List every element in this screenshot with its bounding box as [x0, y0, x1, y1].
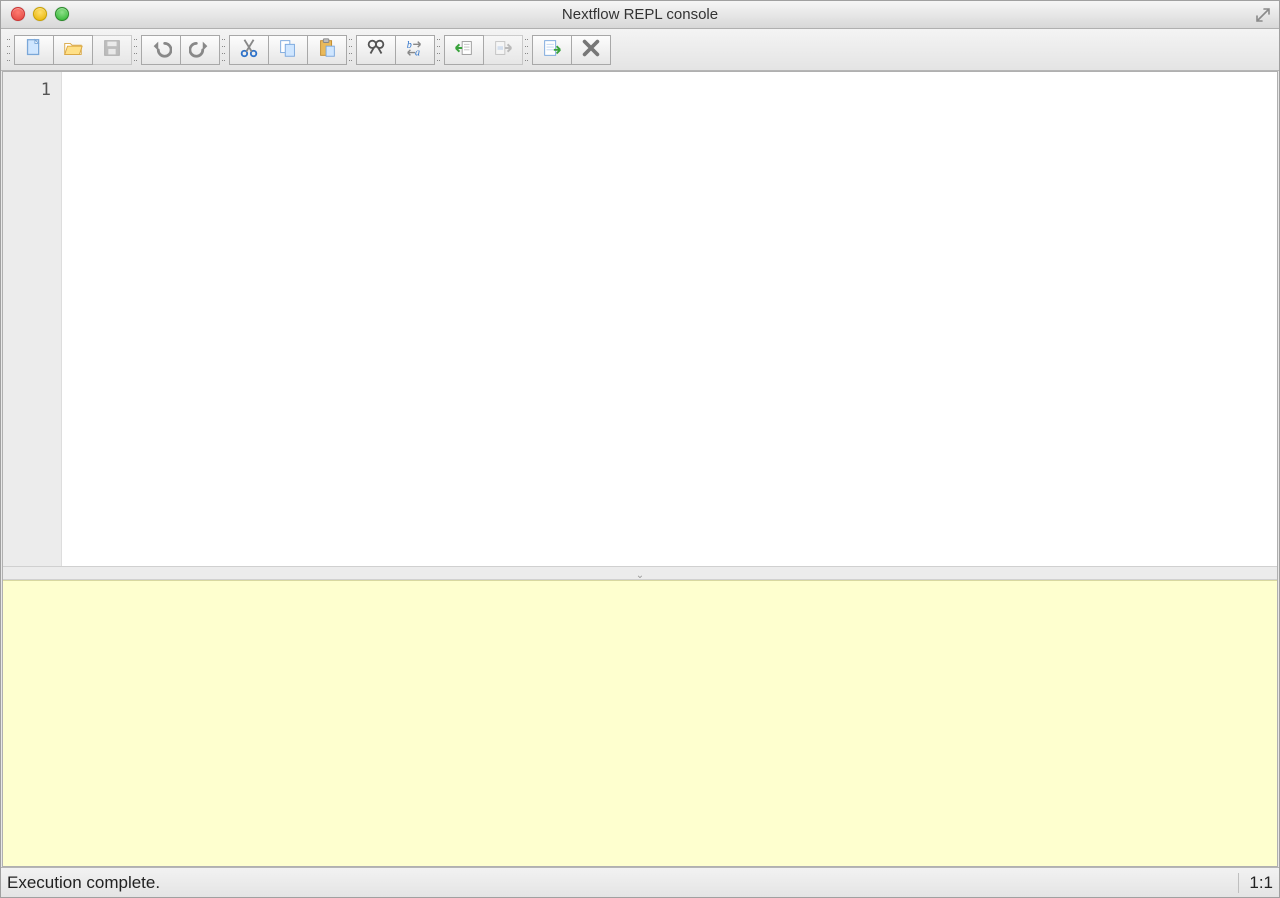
- cut-button[interactable]: [229, 35, 269, 65]
- editor-container: 1 ⌄: [2, 71, 1278, 867]
- open-folder-icon: [62, 37, 84, 62]
- toolbar-grip[interactable]: [349, 36, 354, 64]
- svg-text:b: b: [407, 40, 412, 51]
- find-button[interactable]: [356, 35, 396, 65]
- output-pane[interactable]: [3, 580, 1277, 866]
- toolbar-grip[interactable]: [134, 36, 139, 64]
- toolbar-group-find: ba: [356, 35, 435, 65]
- titlebar: Nextflow REPL console: [1, 1, 1279, 29]
- app-window: Nextflow REPL console: [0, 0, 1280, 898]
- find-replace-button[interactable]: ba: [395, 35, 435, 65]
- line-number: 1: [3, 80, 51, 100]
- window-controls: [11, 7, 69, 21]
- line-number-gutter: 1: [3, 72, 61, 566]
- save-icon: [101, 37, 123, 62]
- toolbar-grip[interactable]: [525, 36, 530, 64]
- close-window-button[interactable]: [11, 7, 25, 21]
- open-file-button[interactable]: [53, 35, 93, 65]
- interrupt-button[interactable]: [571, 35, 611, 65]
- clear-output-icon: [541, 37, 563, 62]
- toolbar-group-run: [444, 35, 523, 65]
- find-icon: [365, 37, 387, 62]
- code-editor: 1: [3, 72, 1277, 566]
- toolbar-grip[interactable]: [437, 36, 442, 64]
- run-selection-button[interactable]: [483, 35, 523, 65]
- copy-icon: [277, 37, 299, 62]
- undo-icon: [150, 37, 172, 62]
- toolbar-grip[interactable]: [7, 36, 12, 64]
- toolbar-grip[interactable]: [222, 36, 227, 64]
- pane-splitter[interactable]: ⌄: [3, 566, 1277, 580]
- copy-button[interactable]: [268, 35, 308, 65]
- stop-icon: [580, 37, 602, 62]
- fullscreen-icon[interactable]: [1255, 7, 1271, 23]
- toolbar-group-file: [14, 35, 132, 65]
- find-replace-icon: ba: [404, 37, 426, 62]
- toolbar-group-output: [532, 35, 611, 65]
- splitter-handle-icon: ⌄: [636, 570, 644, 581]
- paste-button[interactable]: [307, 35, 347, 65]
- toolbar-group-clipboard: [229, 35, 347, 65]
- clear-output-button[interactable]: [532, 35, 572, 65]
- new-file-button[interactable]: [14, 35, 54, 65]
- new-file-icon: [23, 37, 45, 62]
- cut-icon: [238, 37, 260, 62]
- toolbar: ba: [1, 29, 1279, 71]
- svg-text:a: a: [415, 47, 420, 58]
- toolbar-group-history: [141, 35, 220, 65]
- cursor-position: 1:1: [1238, 873, 1273, 893]
- status-bar: Execution complete. 1:1: [1, 867, 1279, 897]
- code-input[interactable]: [61, 72, 1277, 566]
- save-file-button[interactable]: [92, 35, 132, 65]
- run-icon: [453, 37, 475, 62]
- run-script-button[interactable]: [444, 35, 484, 65]
- minimize-window-button[interactable]: [33, 7, 47, 21]
- redo-button[interactable]: [180, 35, 220, 65]
- window-title: Nextflow REPL console: [1, 6, 1279, 23]
- undo-button[interactable]: [141, 35, 181, 65]
- run-selection-icon: [492, 37, 514, 62]
- status-message: Execution complete.: [7, 873, 1228, 893]
- paste-icon: [316, 37, 338, 62]
- zoom-window-button[interactable]: [55, 7, 69, 21]
- redo-icon: [189, 37, 211, 62]
